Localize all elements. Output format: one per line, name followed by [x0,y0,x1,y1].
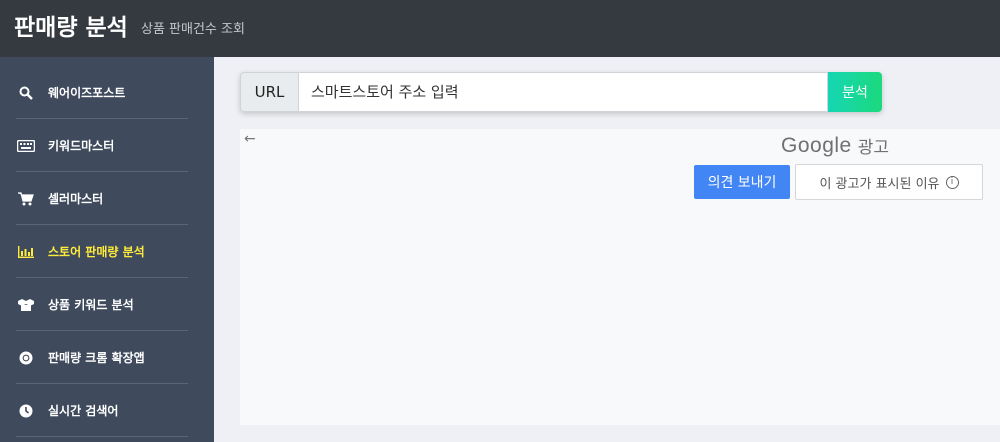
sidebar-item-label: 셀러마스터 [48,192,104,206]
url-search-group: URL 분석 [240,72,882,112]
page-subtitle: 상품 판매건수 조회 [141,22,245,37]
sidebar-item-seller-master[interactable]: 셀러마스터 [16,173,188,225]
why-this-ad-label: 이 광고가 표시된 이유 [819,176,940,192]
google-logo: Google [781,133,852,157]
store-url-input[interactable] [298,72,828,112]
boxes-icon [16,295,36,315]
sidebar: 웨어이즈포스트 키워드마스터 셀러마스터 스토어 판매량 분석 상품 키워드 분… [0,57,214,442]
sidebar-item-label: 상품 키워드 분석 [48,298,134,312]
keyboard-icon [16,136,36,156]
sidebar-item-product-keyword-analysis[interactable]: 상품 키워드 분석 [16,279,188,331]
arrow-left-icon[interactable]: ← [244,131,256,147]
search-icon [16,83,36,103]
sidebar-item-label: 실시간 검색어 [48,404,119,418]
sidebar-item-label: 스토어 판매량 분석 [48,245,145,259]
url-addon-label: URL [240,72,298,112]
sidebar-item-keyword-master[interactable]: 키워드마스터 [16,120,188,172]
sidebar-item-label: 웨어이즈포스트 [48,86,126,100]
info-icon: i [945,175,959,189]
bar-chart-icon [16,242,36,262]
chrome-icon [16,348,36,368]
sidebar-item-label: 키워드마스터 [48,139,115,153]
main-content: URL 분석 ← Google 광고 의견 보내기 이 광고가 표시된 이유 i [214,57,1000,442]
analyze-button[interactable]: 분석 [828,72,882,112]
sidebar-item-chrome-extension[interactable]: 판매량 크롬 확장앱 [16,332,188,384]
send-feedback-button[interactable]: 의견 보내기 [694,165,790,199]
why-this-ad-button[interactable]: 이 광고가 표시된 이유 i [795,164,983,200]
top-header: 판매량 분석 상품 판매건수 조회 [0,0,1000,57]
sidebar-item-label: 판매량 크롬 확장앱 [48,351,145,365]
clock-icon [16,401,36,421]
sidebar-item-store-sales-analysis[interactable]: 스토어 판매량 분석 [16,226,188,278]
ad-brand: Google 광고 [781,133,889,159]
google-ad-frame: ← Google 광고 의견 보내기 이 광고가 표시된 이유 i [240,129,1000,425]
sidebar-item-realtime-search[interactable]: 실시간 검색어 [16,385,188,437]
ad-label: 광고 [857,138,889,158]
page-title: 판매량 분석 [14,15,128,41]
sidebar-item-whereispost[interactable]: 웨어이즈포스트 [16,67,188,119]
cart-icon [16,189,36,209]
